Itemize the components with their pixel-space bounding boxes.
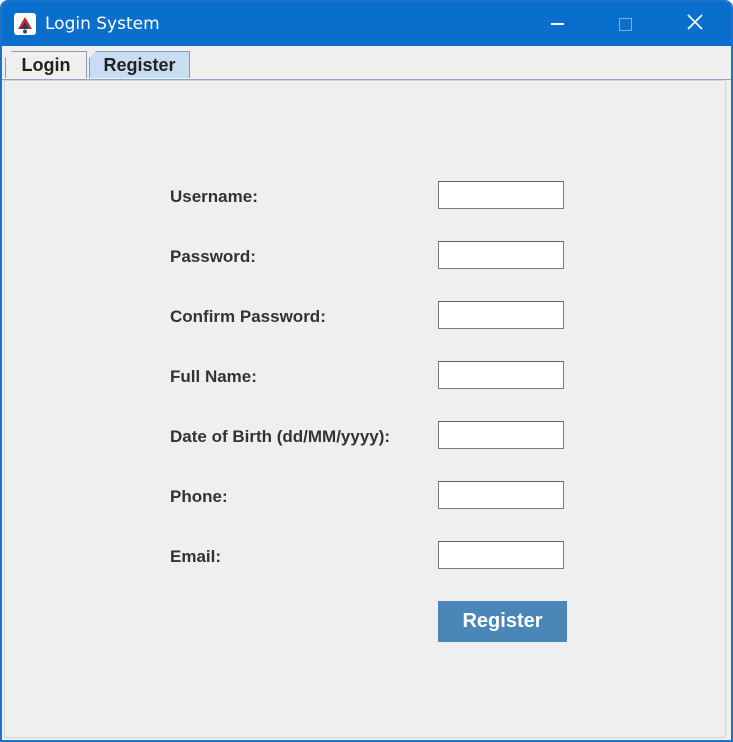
java-app-icon	[13, 12, 37, 36]
close-icon	[687, 13, 703, 35]
register-button[interactable]: Register	[438, 601, 567, 642]
maximize-button[interactable]	[600, 2, 650, 46]
maximize-icon	[618, 17, 632, 31]
title-bar[interactable]: Login System	[2, 2, 731, 46]
date-of-birth-field[interactable]	[438, 421, 564, 449]
tab-login-label: Login	[21, 54, 71, 75]
email-field[interactable]	[438, 541, 564, 569]
register-panel: Username: Password: Confirm Password: Fu…	[4, 80, 726, 738]
app-window: Login System Login Register Username: Pa…	[0, 0, 733, 742]
tab-register-label: Register	[103, 54, 176, 75]
tab-register[interactable]: Register	[89, 51, 190, 78]
password-field[interactable]	[438, 241, 564, 269]
minimize-button[interactable]	[532, 2, 582, 46]
confirm-password-label: Confirm Password:	[170, 307, 326, 326]
minimize-icon	[550, 23, 564, 25]
username-label: Username:	[170, 187, 258, 206]
full-name-label: Full Name:	[170, 367, 257, 386]
window-title: Login System	[45, 14, 160, 34]
phone-field[interactable]	[438, 481, 564, 509]
tab-strip: Login Register	[2, 46, 731, 80]
password-label: Password:	[170, 247, 256, 266]
phone-label: Phone:	[170, 487, 228, 506]
username-field[interactable]	[438, 181, 564, 209]
tab-login[interactable]: Login	[5, 51, 87, 78]
close-button[interactable]	[670, 2, 720, 46]
full-name-field[interactable]	[438, 361, 564, 389]
email-label: Email:	[170, 547, 222, 566]
date-of-birth-label: Date of Birth (dd/MM/yyyy):	[170, 427, 391, 446]
confirm-password-field[interactable]	[438, 301, 564, 329]
